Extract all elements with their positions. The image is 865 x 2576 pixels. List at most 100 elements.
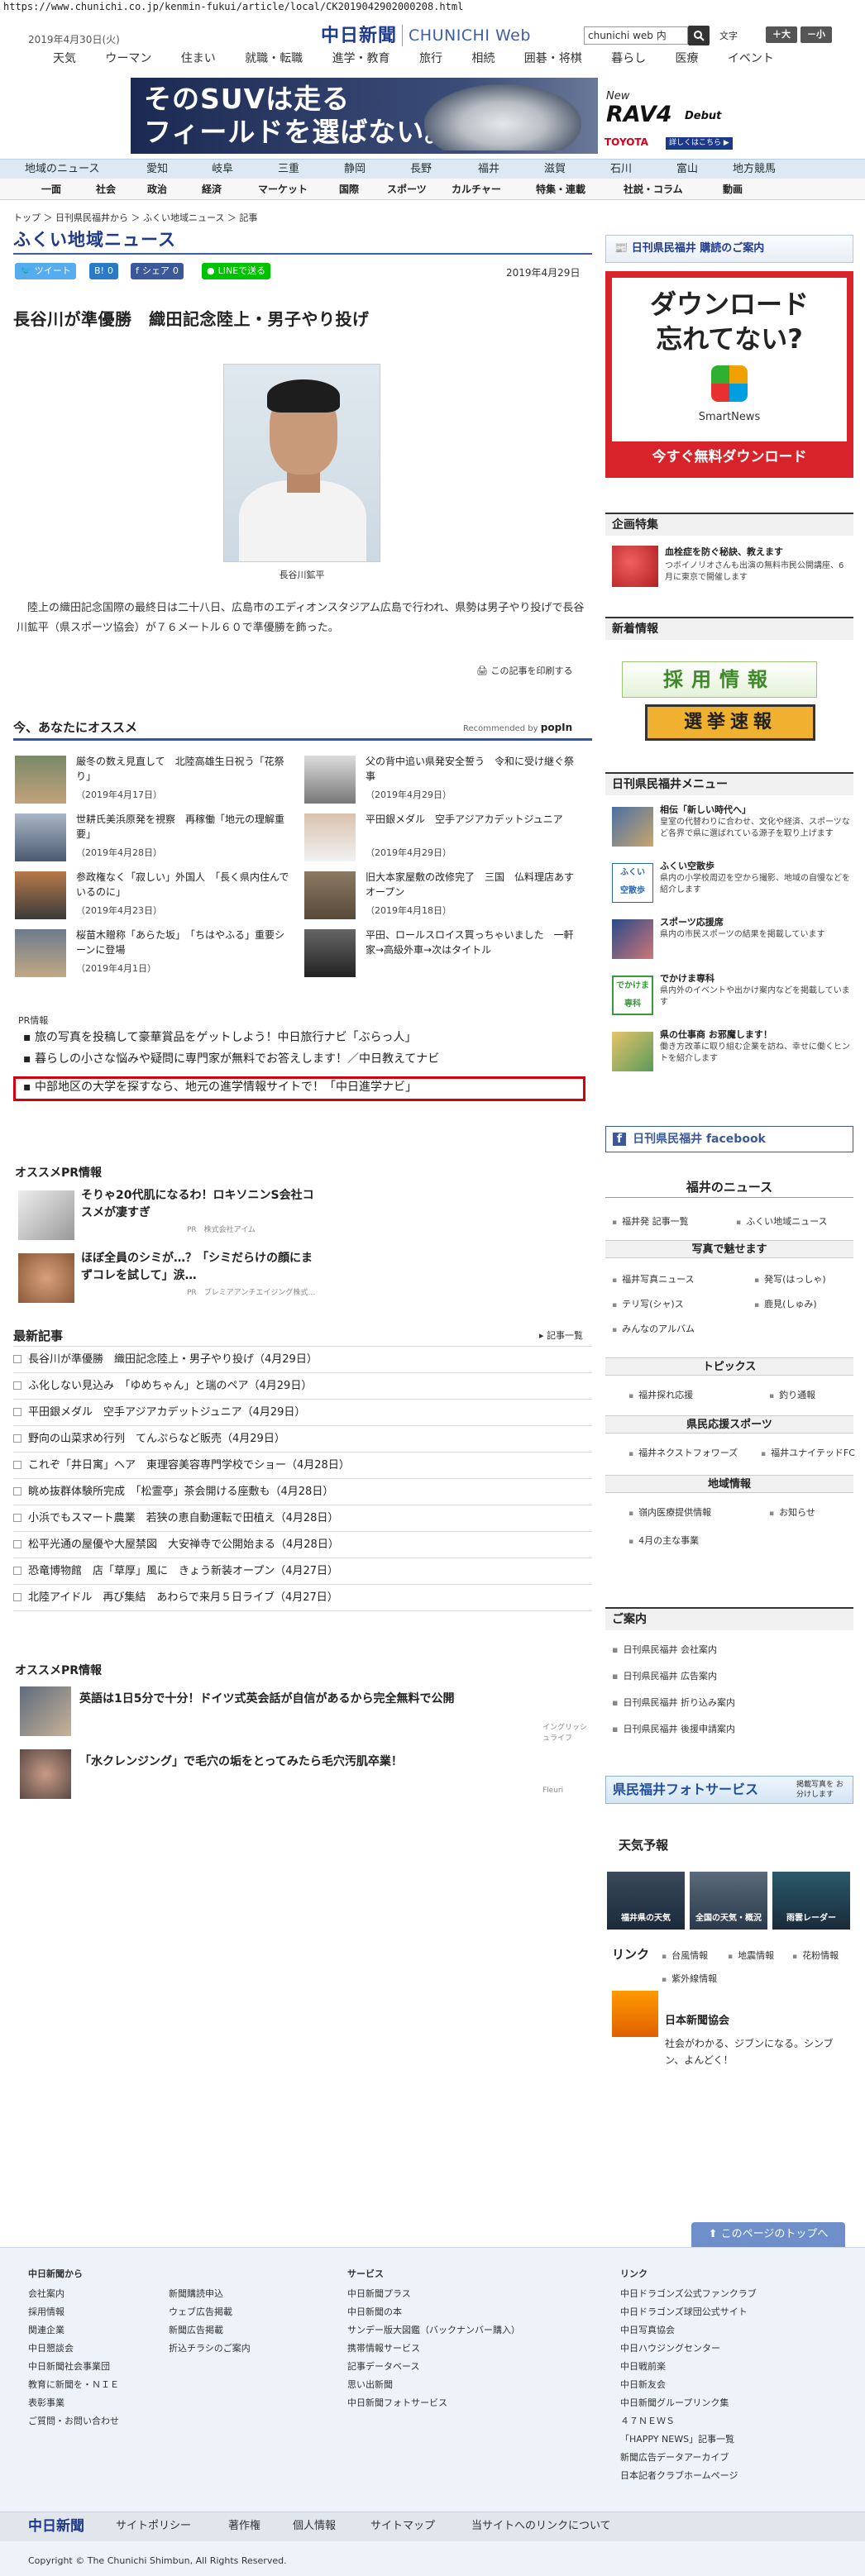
latest-more-link[interactable]: ▸ 記事一覧 (539, 1329, 583, 1342)
footer-bar-link[interactable]: 当サイトへのリンクについて (471, 2519, 611, 2534)
menu-item[interactable]: 県の仕事商 お邪魔します！ 働き方改革に取り組む企業を訪ね、幸せに働くヒントを紹介… (612, 1028, 852, 1078)
facebook-banner[interactable]: f 日刊県民福井 facebook (605, 1126, 853, 1152)
footer-link[interactable]: 関連企業 (28, 2321, 119, 2340)
latest-item[interactable]: 小浜でもスマート農業 若狭の恵自動運転で田植え（4月28日） (13, 1511, 338, 1526)
latest-item[interactable]: 北陸アイドル 再び集結 あわらで来月５日ライブ（4月27日） (13, 1591, 338, 1605)
photo-service-banner[interactable]: 県民福井フォトサービス 掲載写真を お分けします (605, 1776, 853, 1804)
category-nav-item[interactable]: 政治 (147, 183, 167, 197)
info-link[interactable]: 地震情報 (728, 1949, 774, 1963)
footer-link[interactable]: 中日ドラゴンズ公式ファンクラブ (620, 2285, 757, 2303)
page-top-button[interactable]: ⬆ このページのトップへ (691, 2222, 845, 2247)
footer-link[interactable]: 中日新聞社会事業団 (28, 2358, 119, 2376)
gnav-item[interactable]: 進学・教育 (329, 51, 394, 68)
breadcrumb[interactable]: トップ ＞ 日刊県民福井から ＞ ふくい地域ニュース ＞ 記事 (13, 212, 257, 224)
latest-item[interactable]: 松平光通の屋優や大屋禁図 大安禅寺で公開始まる（4月28日） (13, 1538, 339, 1553)
latest-item[interactable]: 長谷川が準優勝 織田記念陸上・男子やり投げ（4月29日） (13, 1352, 318, 1367)
footer-link[interactable]: 新聞購読申込 (169, 2285, 251, 2303)
latest-item[interactable]: 平田銀メダル 空手アジアカデットジュニア（4月29日） (13, 1405, 305, 1420)
footer-link[interactable]: 表彰事業 (28, 2394, 119, 2412)
region-nav-item[interactable]: 岐阜 (212, 162, 233, 177)
menu-item[interactable]: スポーツ応援席 県内の市民スポーツの結果を掲載しています (612, 916, 852, 966)
weather-fukui[interactable]: 福井県の天気 (607, 1872, 685, 1930)
footer-bar-link[interactable]: サイトマップ (370, 2519, 435, 2534)
pr-item[interactable]: ほぼ全員のシミが…？「シミだらけの顔にまずコレを試して」涙… PR プレミアアンチ… (13, 1250, 319, 1305)
footer-link[interactable]: 中日新聞フォトサービス (347, 2394, 520, 2412)
fukui-news-link[interactable]: ふくい地域ニュース (736, 1215, 827, 1228)
footer-link[interactable]: サンデー版大図鑑（バックナンバー購入） (347, 2321, 520, 2340)
recommend-by[interactable]: Recommended by popIn (463, 721, 572, 735)
search-input[interactable]: chunichi web 内 (584, 26, 688, 45)
footer-link[interactable]: 採用情報 (28, 2303, 119, 2321)
footer-link[interactable]: 中日新聞プラス (347, 2285, 520, 2303)
gnav-item[interactable]: 就職・転職 (241, 51, 306, 68)
footer-link[interactable]: 中日懇談会 (28, 2340, 119, 2358)
category-nav-item[interactable]: 経済 (202, 183, 222, 197)
latest-item[interactable]: ふ化しない見込み 「ゆめちゃん」と瑞のペア（4月29日） (13, 1379, 312, 1394)
category-nav-item[interactable]: 特集・連載 (536, 183, 585, 197)
ad-more-button[interactable]: 詳しくはこちら ▶ (666, 137, 733, 150)
gnav-item[interactable]: ウーマン (102, 51, 155, 68)
font-smaller-button[interactable]: －小 (800, 26, 832, 43)
photo-link[interactable]: みんなのアルバム (612, 1323, 695, 1336)
region-nav-item[interactable]: 地方競馬 (733, 162, 776, 177)
region-nav-item[interactable]: 富山 (676, 162, 698, 177)
footer-bar-link[interactable]: 個人情報 (293, 2519, 336, 2534)
category-nav-item[interactable]: カルチャー (452, 183, 501, 197)
footer-link[interactable]: 思い出新聞 (347, 2376, 520, 2394)
footer-link[interactable]: 新聞広告掲載 (169, 2321, 251, 2340)
print-link[interactable]: 🖨 この記事を印刷する (476, 665, 572, 677)
footer-link[interactable]: 折込チラシのご案内 (169, 2340, 251, 2358)
footer-bar-link[interactable]: サイトポリシー (116, 2519, 191, 2534)
annai-link[interactable]: 日刊県民福井 広告案内 (612, 1670, 717, 1682)
category-nav-item[interactable]: スポーツ (387, 183, 427, 197)
footer-link[interactable]: ４７ＮＥＷＳ (620, 2412, 757, 2431)
region-nav-item[interactable]: 静岡 (344, 162, 366, 177)
weather-radar[interactable]: 雨雲レーダー (772, 1872, 850, 1930)
footer-link[interactable]: 中日写真協会 (620, 2321, 757, 2340)
font-larger-button[interactable]: ＋大 (766, 26, 797, 43)
area-link[interactable]: 4月の主な事業 (628, 1534, 699, 1548)
info-link[interactable]: 紫外線情報 (662, 1973, 717, 1986)
topics-link[interactable]: 釣り通報 (769, 1389, 815, 1402)
fukui-news-link[interactable]: 福井発 記事一覧 (612, 1215, 689, 1228)
gnav-item[interactable]: 天気 (50, 51, 79, 68)
region-nav-item[interactable]: 石川 (610, 162, 632, 177)
footer-link[interactable]: 中日戦前楽 (620, 2358, 757, 2376)
line-button[interactable]: ● LINEで送る (202, 263, 271, 279)
nsk-title[interactable]: 日本新聞協会 (665, 2014, 729, 2029)
info-link[interactable]: 台風情報 (662, 1949, 708, 1963)
footer-link[interactable]: 記事データベース (347, 2358, 520, 2376)
footer-link[interactable]: 会社案内 (28, 2285, 119, 2303)
category-nav-item[interactable]: 国際 (339, 183, 359, 197)
recommend-item[interactable]: 父の背中追い県発安全誓う 令和に受け継ぐ祭事 （2019年4月29日） (304, 752, 585, 807)
footer-logo[interactable]: 中日新聞 (28, 2517, 84, 2537)
sports-link[interactable]: 福井ネクストフォワーズ (628, 1447, 738, 1460)
annai-link[interactable]: 日刊県民福井 後援申請案内 (612, 1723, 735, 1735)
nsk-logo[interactable] (612, 1991, 658, 2037)
region-nav-item[interactable]: 長野 (410, 162, 432, 177)
region-nav-item[interactable]: 地域のニュース (25, 162, 99, 177)
photo-link[interactable]: 発写(はっしゃ) (754, 1273, 826, 1286)
tweet-button[interactable]: 🐦 ツイート (15, 263, 76, 279)
footer-link[interactable]: 中日新聞グループリンク集 (620, 2394, 757, 2412)
smartnews-ad[interactable]: ダウンロード 忘れてない? SmartNews 今すぐ無料ダウンロード (605, 271, 853, 478)
recommend-item[interactable]: 旧大本家屋敷の改修完了 三国 仏料理店あすオープン （2019年4月18日） (304, 868, 585, 923)
kikaku-thumb[interactable] (612, 546, 658, 587)
pr-link[interactable]: ▪ 暮らしの小さな悩みや疑問に専門家が無料でお答えします！／中日教えてナビ (23, 1052, 439, 1068)
gnav-item[interactable]: 相続 (468, 51, 498, 68)
gnav-item[interactable]: 医療 (672, 51, 702, 68)
pr2-item[interactable]: 「水クレンジング」で毛穴の垢をとってみたら毛穴汚肌卒業！ Fleuri (13, 1748, 592, 1801)
annai-link[interactable]: 日刊県民福井 会社案内 (612, 1643, 717, 1656)
region-nav-item[interactable]: 愛知 (146, 162, 168, 177)
category-nav-item[interactable]: 社説・コラム (624, 183, 683, 197)
latest-item[interactable]: 恐竜博物館 店「草厚」風に きょう新装オープン（4月27日） (13, 1564, 338, 1579)
footer-link[interactable]: 中日新聞の本 (347, 2303, 520, 2321)
photo-link[interactable]: テリ写(シャ)ス (612, 1298, 684, 1311)
latest-item[interactable]: 眺め抜群体験所完成 「松霊亭」茶会開ける座敷も（4月28日） (13, 1485, 333, 1500)
area-link[interactable]: お知らせ (769, 1506, 815, 1519)
category-nav-item[interactable]: 一面 (41, 183, 61, 197)
menu-item[interactable]: ふくい 空散歩 ふくい空散歩 県内の小学校周辺を空から撮影、地域の自慢などを紹介します (612, 860, 852, 909)
subscribe-banner[interactable]: 📰 日刊県民福井 購読のご案内 (605, 235, 853, 263)
footer-link[interactable]: 教育に新聞を・ＮＩＥ (28, 2376, 119, 2394)
photo-link[interactable]: 福井写真ニュース (612, 1273, 694, 1286)
